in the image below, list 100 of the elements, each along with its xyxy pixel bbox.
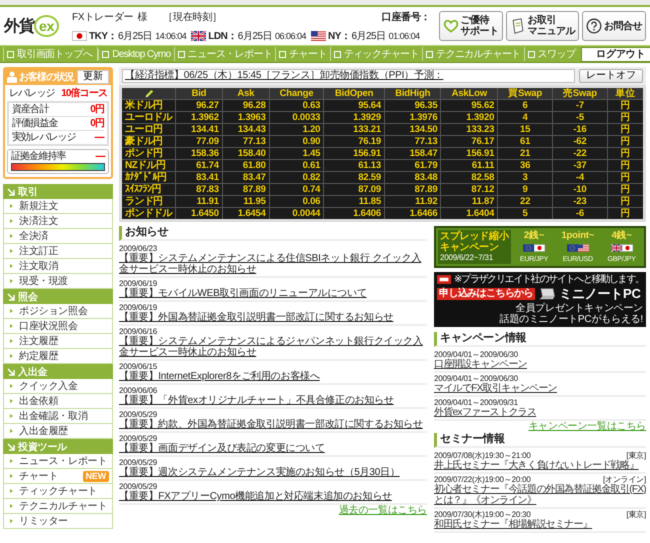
clock-time: 14:06:04 bbox=[155, 30, 186, 40]
rate-cell: 15 bbox=[498, 124, 552, 136]
menu-item[interactable]: 現受・現渡 bbox=[3, 274, 113, 289]
menu-item[interactable]: チャート NEW bbox=[3, 469, 113, 484]
flag-icon bbox=[72, 30, 87, 40]
news-link[interactable]: 【重要】画面デザイン及び表記の変更について bbox=[119, 443, 427, 454]
section-title: 取引 bbox=[18, 186, 38, 198]
menu-item[interactable]: 注文履歴 bbox=[3, 334, 113, 349]
account-label: 口座番号： bbox=[381, 10, 430, 24]
menu-item[interactable]: 注文取消 bbox=[3, 259, 113, 274]
field-value: 10倍コース bbox=[61, 86, 107, 100]
menu-item[interactable]: ニュース・レポート bbox=[3, 454, 113, 469]
rate-cell: 円 bbox=[607, 136, 644, 148]
rate-cell: 1.45 bbox=[269, 148, 324, 160]
field-value: ---- bbox=[94, 131, 104, 144]
news-date: 2009/05/29 bbox=[119, 410, 158, 419]
rate-cell: 1.3963 bbox=[222, 112, 270, 124]
menu-item[interactable]: リミッター bbox=[3, 514, 113, 529]
menu-item[interactable]: クイック入金 bbox=[3, 379, 113, 394]
arrow-icon bbox=[7, 368, 15, 376]
seminar-link[interactable]: 初心者セミナー『今話題の外国為替証拠金取引(FX)とは？』《オンライン》 bbox=[434, 484, 646, 506]
rate-cell: 87.12 bbox=[440, 184, 498, 196]
city-label: LDN： bbox=[208, 30, 237, 42]
pencil-icon bbox=[144, 88, 154, 98]
rate-cell: 0.61 bbox=[269, 160, 324, 172]
more-link[interactable]: キャンペーン一覧はこちら bbox=[528, 421, 646, 432]
menu-item[interactable]: ポジション照会 bbox=[3, 304, 113, 319]
campaign-link[interactable]: 外貨exファーストクラス bbox=[434, 407, 646, 418]
rate-cell: 87.83 bbox=[176, 184, 222, 196]
clock-label: ［現在時刻］ bbox=[163, 10, 222, 24]
rate-cell: 1.3920 bbox=[440, 112, 498, 124]
banner-title: スプレッド縮小 キャンペーン bbox=[440, 231, 509, 253]
column-header: Bid bbox=[176, 86, 222, 100]
section-heading: お知らせ bbox=[119, 226, 427, 241]
news-link[interactable]: 【重要】外国為替証拠金取引説明書一部改訂に関するお知らせ bbox=[119, 312, 427, 323]
menu-item[interactable]: 新規注文 bbox=[3, 199, 113, 214]
news-link[interactable]: 【重要】約款、外国為替証拠金取引説明書一部改訂に関するお知らせ bbox=[119, 419, 427, 430]
rate-cell: 87.89 bbox=[222, 184, 270, 196]
rate-cell: 133.21 bbox=[324, 124, 384, 136]
menu-item[interactable]: 注文訂正 bbox=[3, 244, 113, 259]
menu-item[interactable]: 決済注文 bbox=[3, 214, 113, 229]
rate-off-button[interactable]: レートオフ bbox=[579, 69, 643, 83]
column-header: 単位 bbox=[607, 86, 644, 100]
column-header: AskLow bbox=[440, 86, 498, 100]
more-link[interactable]: 過去の一覧はこちら bbox=[338, 505, 427, 516]
rate-cell: 77.13 bbox=[222, 136, 270, 148]
menu-item[interactable]: テクニカルチャート bbox=[3, 499, 113, 514]
menu-item[interactable]: 口座状況照会 bbox=[3, 319, 113, 334]
seminar-link[interactable]: 井上氏セミナー『大きく負けないトレード戦略』 bbox=[434, 460, 646, 471]
rate-cell: 61.80 bbox=[222, 160, 270, 172]
apply-button[interactable]: 申し込みはこちらから bbox=[437, 288, 536, 300]
campaign-link[interactable]: 口座開設キャンペーン bbox=[434, 359, 646, 370]
pc-banner[interactable]: ※プラザクリエイト社のサイトへと移動します。 申し込みはこちらから ミニノートPC 全員プレゼントキャンペーン 話題のミニノートPCがもらえる! bbox=[434, 272, 646, 327]
seminar-link[interactable]: 和田氏セミナー『相場解説セミナー』 bbox=[434, 519, 646, 530]
rate-cell: 158.47 bbox=[384, 148, 441, 160]
spread-value: 1point~ bbox=[561, 230, 594, 241]
rate-cell: 11.85 bbox=[324, 196, 384, 208]
logout-button[interactable]: ログアウト bbox=[581, 46, 650, 62]
rate-cell: 円 bbox=[607, 172, 644, 184]
menu-item[interactable]: 全決済 bbox=[3, 229, 113, 244]
menu-item[interactable]: 出金依頼 bbox=[3, 394, 113, 409]
header-button[interactable]: お問合せ bbox=[582, 11, 646, 41]
clock-date: 6月25日 bbox=[351, 30, 386, 42]
menu-item[interactable]: ティックチャート bbox=[3, 484, 113, 499]
arrow-icon bbox=[7, 292, 15, 300]
clock-time: 01:06:04 bbox=[388, 30, 420, 40]
new-badge: NEW bbox=[82, 470, 109, 482]
field-value: 0円 bbox=[90, 103, 104, 116]
campaign-link[interactable]: マイルでFX取引キャンペーン bbox=[434, 383, 646, 394]
currency-pair-cell: ポンド円 bbox=[120, 148, 176, 160]
menu-item[interactable]: 出金確認・取消 bbox=[3, 409, 113, 424]
news-link[interactable]: 【重要】システムメンテナンスによる住信SBIネット銀行 クイック入金サービス一時休止のお知らせ bbox=[119, 253, 427, 275]
news-link[interactable]: 【重要】InternetExplorer8をご利用のお客様へ bbox=[119, 371, 427, 382]
banner-subtitle: 全員プレゼントキャンペーン bbox=[514, 303, 643, 314]
refresh-button[interactable]: 更新 bbox=[77, 70, 109, 84]
rate-cell: 11.87 bbox=[440, 196, 498, 208]
rate-cell: -23 bbox=[552, 196, 608, 208]
column-header: 売Swap bbox=[552, 86, 608, 100]
menu-item[interactable]: 入出金履歴 bbox=[3, 424, 113, 439]
rate-cell: 3 bbox=[498, 172, 552, 184]
campaign-period: 2009/04/01～2009/09/31 bbox=[434, 398, 519, 407]
news-link[interactable]: 【重要】FXアプリーCymo機能追加と対応端末追加のお知らせ bbox=[119, 491, 427, 502]
news-link[interactable]: 【重要】システムメンテナンスによるジャパンネット銀行クイック入金サービス一時休止のお知らせ bbox=[119, 336, 427, 358]
news-link[interactable]: 【重要】週次システムメンテナンス実施のお知らせ（5月30日） bbox=[119, 467, 427, 478]
city-label: NY： bbox=[328, 30, 350, 42]
news-link[interactable]: 【重要】モバイルWEB取引画面のリニューアルについて bbox=[119, 288, 427, 299]
news-link[interactable]: 【重要】「外貨exオリジナルチャート」不具合修正のお知らせ bbox=[119, 395, 427, 406]
section-title: 投資ツール bbox=[18, 440, 68, 454]
menu-item[interactable]: 約定履歴 bbox=[3, 349, 113, 364]
rate-cell: 61.79 bbox=[384, 160, 441, 172]
rate-cell: 円 bbox=[607, 160, 644, 172]
logo-text: 外貨 bbox=[4, 16, 34, 36]
rate-cell: 61.74 bbox=[176, 160, 222, 172]
rate-cell: 76.19 bbox=[324, 136, 384, 148]
header-button[interactable]: お取引 マニュアル bbox=[506, 11, 579, 41]
rate-cell: 77.09 bbox=[176, 136, 222, 148]
header-button[interactable]: ご優待 サポート bbox=[438, 11, 502, 41]
ticker-link[interactable]: 【経済指標】06/25（木）15:45［フランス］卸売物価指数（PPI）予測： bbox=[122, 69, 575, 83]
rate-cell: 96.27 bbox=[176, 100, 222, 112]
user-name: FXトレーダー bbox=[72, 10, 134, 24]
